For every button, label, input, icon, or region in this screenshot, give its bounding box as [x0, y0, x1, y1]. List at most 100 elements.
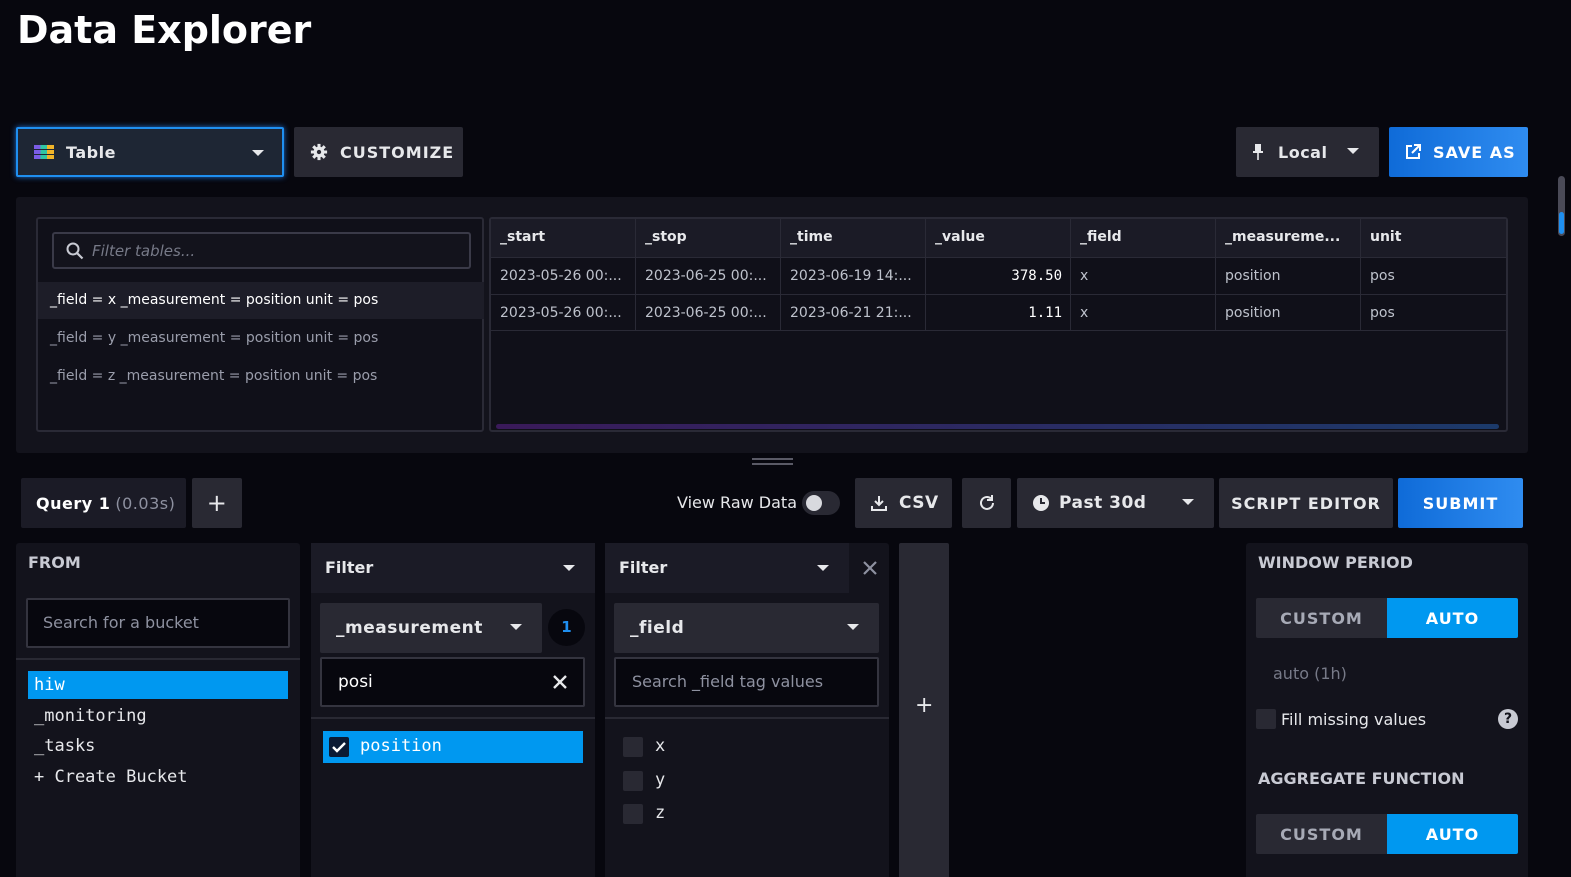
table-icon: [34, 145, 54, 159]
chevron-down-icon: [563, 565, 575, 571]
checkbox[interactable]: [623, 771, 643, 791]
window-period-header: WINDOW PERIOD: [1258, 553, 1413, 572]
add-query-button[interactable]: +: [192, 478, 242, 528]
table-cell: 2023-05-26 00:...: [491, 257, 636, 294]
column-header[interactable]: _time: [781, 219, 926, 257]
bucket-search-input[interactable]: Search for a bucket: [26, 598, 290, 648]
plus-icon: +: [206, 489, 228, 517]
window-auto-value: auto (1h): [1273, 664, 1347, 683]
bucket-item[interactable]: _monitoring: [28, 702, 288, 730]
from-header: FROM: [28, 553, 81, 572]
filter-header-label: Filter: [325, 558, 374, 577]
measurement-value-item-selected[interactable]: position: [323, 731, 583, 763]
table-cell: 2023-05-26 00:...: [491, 294, 636, 331]
resize-handle[interactable]: [752, 458, 793, 466]
time-range-dropdown[interactable]: Past 30d: [1017, 478, 1214, 528]
view-type-dropdown[interactable]: Table: [16, 127, 284, 177]
field-value-label: x: [655, 736, 666, 756]
table-horizontal-scrollbar[interactable]: [496, 424, 1499, 429]
checkbox-checked[interactable]: [329, 737, 349, 757]
fill-missing-checkbox[interactable]: [1256, 709, 1276, 729]
window-custom-button[interactable]: CUSTOM: [1256, 598, 1387, 638]
help-icon[interactable]: ?: [1498, 709, 1518, 729]
filter-tables-input[interactable]: Filter tables...: [52, 232, 471, 269]
script-editor-button[interactable]: SCRIPT EDITOR: [1219, 478, 1393, 528]
table-cell: 2023-06-25 00:...: [636, 257, 781, 294]
column-header[interactable]: _start: [491, 219, 636, 257]
view-raw-data-toggle[interactable]: [802, 491, 840, 515]
close-icon[interactable]: [553, 675, 567, 689]
filter-header-label: Filter: [619, 558, 668, 577]
table-series-item[interactable]: _field = z _measurement = position unit …: [38, 358, 484, 395]
bucket-item-selected[interactable]: hiw: [28, 671, 288, 699]
chevron-down-icon: [1182, 499, 1194, 505]
divider: [605, 717, 889, 719]
aggregate-custom-button[interactable]: CUSTOM: [1256, 814, 1387, 854]
view-type-label: Table: [66, 142, 116, 162]
close-icon[interactable]: [863, 561, 877, 575]
column-header[interactable]: _field: [1071, 219, 1216, 257]
table-series-item-active[interactable]: _field = x _measurement = position unit …: [38, 282, 484, 319]
checkbox[interactable]: [623, 804, 643, 824]
column-header[interactable]: unit: [1361, 219, 1506, 257]
script-editor-label: SCRIPT EDITOR: [1231, 493, 1381, 513]
window-auto-button[interactable]: AUTO: [1387, 598, 1518, 638]
page-scrollbar[interactable]: [1558, 176, 1565, 236]
measurement-key-dropdown[interactable]: _measurement: [320, 603, 542, 653]
customize-button[interactable]: CUSTOMIZE: [294, 127, 463, 177]
search-icon: [66, 242, 84, 260]
tab-query-1[interactable]: Query 1 (0.03s): [21, 478, 186, 528]
chevron-down-icon: [252, 150, 264, 156]
submit-button[interactable]: SUBMIT: [1398, 478, 1523, 528]
filter-panel-field: Filter _field Search _field tag values x…: [605, 543, 889, 877]
window-auto-label: AUTO: [1425, 608, 1480, 628]
table-cell: position: [1216, 257, 1361, 294]
query-tab-label: Query 1: [36, 493, 111, 513]
series-label: _field = y _measurement = position unit …: [50, 330, 379, 346]
table-cell: x: [1071, 257, 1216, 294]
view-raw-data-label: View Raw Data: [677, 493, 797, 512]
bucket-label: _monitoring: [34, 706, 147, 726]
checkbox[interactable]: [623, 737, 643, 757]
selected-count-badge: 1: [548, 609, 585, 646]
table-cell: pos: [1361, 257, 1506, 294]
filter-header[interactable]: Filter: [311, 543, 595, 593]
results-panel: Filter tables... _field = x _measurement…: [16, 197, 1528, 453]
timezone-label: Local: [1278, 142, 1328, 162]
chevron-down-icon: [1347, 148, 1359, 154]
measurement-search-value: posi: [338, 672, 373, 692]
create-bucket-button[interactable]: + Create Bucket: [28, 763, 288, 791]
field-value-label: y: [655, 770, 666, 790]
timezone-dropdown[interactable]: Local: [1236, 127, 1379, 177]
field-value-item[interactable]: x: [617, 733, 877, 761]
check-icon: [332, 742, 346, 753]
table-cell: 2023-06-19 14:...: [781, 257, 926, 294]
window-custom-label: CUSTOM: [1280, 608, 1363, 628]
create-bucket-label: + Create Bucket: [34, 767, 188, 787]
field-value-item[interactable]: z: [617, 800, 877, 828]
add-filter-button[interactable]: +: [899, 543, 949, 877]
filter-header[interactable]: Filter: [605, 543, 849, 593]
chevron-down-icon: [817, 565, 829, 571]
refresh-button[interactable]: [962, 478, 1011, 528]
column-header[interactable]: _stop: [636, 219, 781, 257]
chevron-down-icon: [510, 624, 522, 630]
field-search-input[interactable]: Search _field tag values: [614, 657, 879, 707]
table-series-item[interactable]: _field = y _measurement = position unit …: [38, 320, 484, 357]
plus-icon: +: [915, 693, 934, 718]
page-title: Data Explorer: [17, 8, 312, 52]
measurement-search-input[interactable]: posi: [320, 657, 585, 707]
save-as-button[interactable]: SAVE AS: [1389, 127, 1528, 177]
divider: [16, 658, 300, 660]
help-glyph: ?: [1503, 711, 1513, 727]
bucket-item[interactable]: _tasks: [28, 732, 288, 760]
csv-download-button[interactable]: CSV: [855, 478, 952, 528]
bucket-label: hiw: [34, 675, 65, 695]
column-header[interactable]: _measureme...: [1216, 219, 1361, 257]
field-value-item[interactable]: y: [617, 767, 877, 795]
field-value-label: z: [655, 803, 666, 823]
field-key-dropdown[interactable]: _field: [614, 603, 879, 653]
measurement-value-label: position: [360, 736, 442, 756]
aggregate-auto-button[interactable]: AUTO: [1387, 814, 1518, 854]
column-header[interactable]: _value: [926, 219, 1071, 257]
